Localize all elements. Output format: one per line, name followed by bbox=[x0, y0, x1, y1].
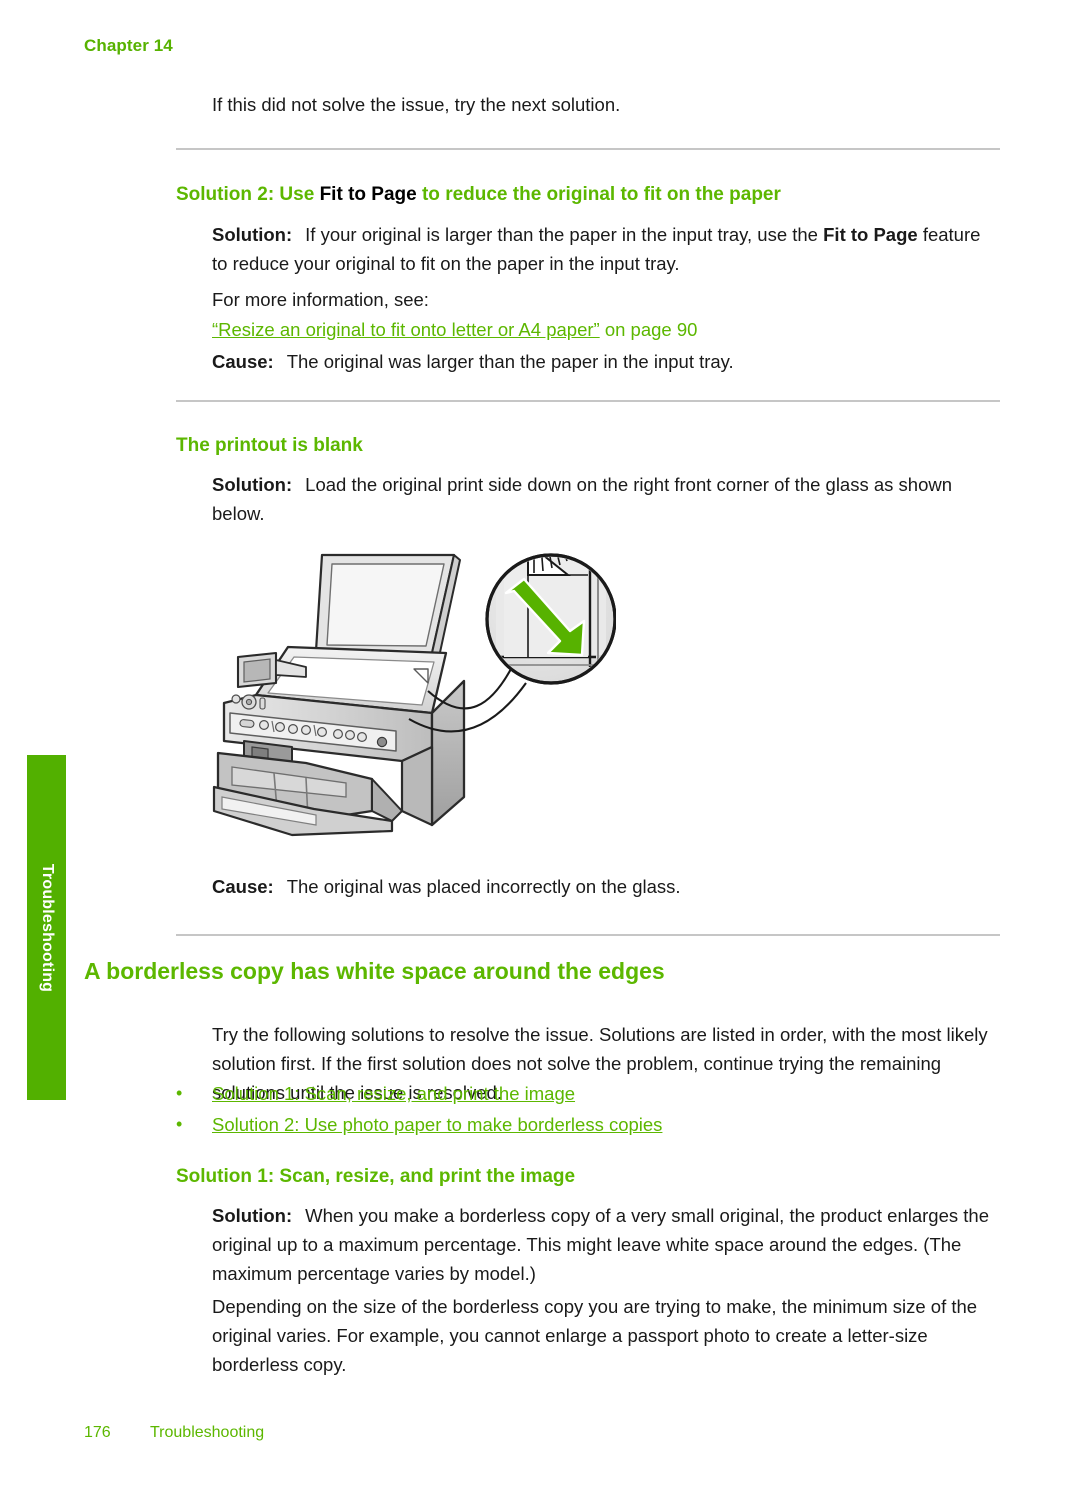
cross-reference-link-text: “Resize an original to fit onto letter o… bbox=[212, 319, 600, 340]
paper-trays bbox=[212, 751, 403, 837]
solution-2-text-1: If your original is larger than the pape… bbox=[305, 224, 824, 245]
cross-reference-line: “Resize an original to fit onto letter o… bbox=[212, 315, 1000, 344]
printout-blank-solution: Solution: Load the original print side do… bbox=[212, 470, 1000, 528]
solution-1-body: Solution: When you make a borderless copy… bbox=[212, 1201, 1002, 1288]
solution-label: Solution: bbox=[212, 224, 293, 245]
bullet-icon: • bbox=[176, 1114, 183, 1134]
intro-paragraph: If this did not solve the issue, try the… bbox=[212, 94, 621, 115]
section-divider-3 bbox=[176, 934, 1000, 936]
document-page: Chapter 14 Troubleshooting If this did n… bbox=[0, 0, 1080, 1495]
scanner-lid bbox=[314, 553, 461, 658]
solution-label: Solution: bbox=[212, 1205, 293, 1226]
footer-page-number: 176 bbox=[84, 1424, 111, 1441]
solution-label: Solution: bbox=[212, 474, 293, 495]
solution-1-link[interactable]: Solution 1: Scan, resize, and print the … bbox=[212, 1079, 575, 1108]
cause-text: The original was larger than the paper i… bbox=[286, 351, 734, 372]
side-thumb-tab-label: Troubleshooting bbox=[38, 863, 56, 992]
printout-blank-solution-text: Load the original print side down on the… bbox=[212, 474, 953, 524]
all-in-one-printer-illustration bbox=[196, 535, 617, 840]
printout-blank-cause: Cause: The original was placed incorrectl… bbox=[212, 872, 1000, 901]
solution-2-heading: Solution 2: Use Fit to Page to reduce th… bbox=[176, 183, 1006, 207]
footer-section-name: Troubleshooting bbox=[150, 1424, 265, 1441]
borderless-section-heading: A borderless copy has white space around… bbox=[84, 958, 665, 984]
cause-text: The original was placed incorrectly on t… bbox=[286, 876, 681, 897]
magnified-callout bbox=[485, 553, 617, 685]
solution-2-cause: Cause: The original was larger than the p… bbox=[212, 347, 1000, 376]
printout-blank-heading: The printout is blank bbox=[176, 435, 363, 456]
solution-1-text: When you make a borderless copy of a ver… bbox=[212, 1205, 989, 1284]
power-button bbox=[376, 736, 388, 748]
section-divider-1 bbox=[176, 148, 1000, 150]
cross-reference-link[interactable]: “Resize an original to fit onto letter o… bbox=[212, 319, 600, 340]
cause-label: Cause: bbox=[212, 351, 274, 372]
section-divider-2 bbox=[176, 400, 1000, 402]
cross-reference-page: on page 90 bbox=[599, 319, 698, 340]
solution-1-heading: Solution 1: Scan, resize, and print the … bbox=[176, 1166, 576, 1187]
page-footer: 176 Troubleshooting bbox=[84, 1424, 264, 1442]
cause-label: Cause: bbox=[212, 876, 274, 897]
solution-2-feature-bold: Fit to Page bbox=[823, 224, 918, 245]
solution-1-paragraph-2: Depending on the size of the borderless … bbox=[212, 1296, 978, 1375]
side-thumb-tab: Troubleshooting bbox=[27, 755, 66, 1100]
solution-2-heading-part1: Solution 2: Use bbox=[176, 184, 320, 205]
bullet-icon: • bbox=[176, 1083, 183, 1103]
solution-2-body: Solution: If your original is larger than… bbox=[212, 220, 1000, 278]
solution-2-link[interactable]: Solution 2: Use photo paper to make bord… bbox=[212, 1110, 662, 1139]
solution-2-heading-feature: Fit to Page bbox=[319, 184, 417, 205]
solution-2-heading-part2: to reduce the original to fit on the pap… bbox=[416, 184, 781, 205]
more-information-line: For more information, see: bbox=[212, 289, 429, 310]
chapter-header: Chapter 14 bbox=[84, 36, 173, 55]
